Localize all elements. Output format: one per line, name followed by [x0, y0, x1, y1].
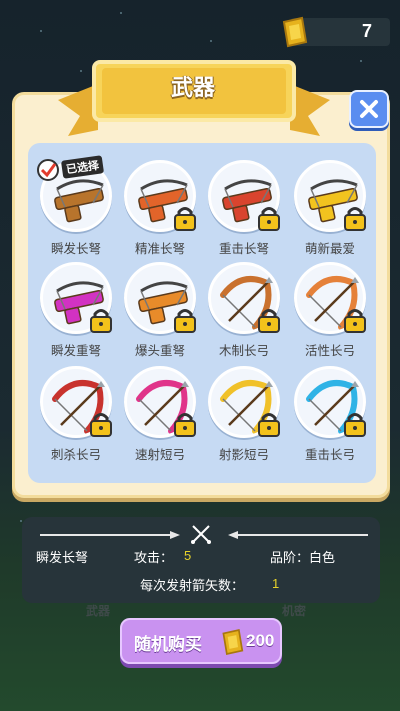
weapon-label: 重击长弩 [218, 241, 269, 256]
weapon-slot[interactable]: 活性长弓 [288, 262, 372, 362]
weapon-label: 速射短弓 [134, 447, 185, 462]
background-tab-secret: 机密 [282, 604, 307, 618]
buy-price: 200 [246, 631, 275, 650]
lock-icon [258, 309, 280, 333]
weapon-label: 重击长弓 [304, 447, 355, 462]
arrows-label: 每次发射箭矢数： [140, 579, 245, 594]
weapon-slot[interactable]: 刺杀长弓 [34, 366, 118, 466]
weapon-label: 爆头重弩 [134, 343, 185, 358]
weapon-slot[interactable]: 瞬发重弩 [34, 262, 118, 362]
weapon-label: 瞬发重弩 [50, 343, 101, 358]
lock-icon [174, 413, 196, 437]
lock-icon [344, 207, 366, 231]
random-buy-button[interactable]: 随机购买 200 [120, 618, 282, 664]
weapon-slot[interactable]: 萌新最爱 [288, 160, 372, 260]
coin-icon [222, 628, 244, 656]
weapon-slot[interactable]: 重击长弩 [202, 160, 286, 260]
weapon-slot[interactable]: 重击长弓 [288, 366, 372, 466]
weapon-slot[interactable]: 速射短弓 [118, 366, 202, 466]
check-icon [37, 159, 59, 181]
panel-title: 武器 [170, 76, 215, 101]
coin-counter: 7 [282, 16, 390, 48]
weapon-label: 瞬发长弩 [50, 241, 101, 256]
grade-label: 品阶：白色 [270, 551, 336, 566]
weapon-info: 瞬发长弩 攻击： 5 品阶：白色 每次发射箭矢数： 1 [22, 517, 380, 603]
coin-icon [282, 16, 308, 48]
coin-count: 7 [361, 21, 372, 41]
weapon-slot[interactable]: 射影短弓 [202, 366, 286, 466]
weapon-slot[interactable]: 木制长弓 [202, 262, 286, 362]
buy-label: 随机购买 [134, 635, 202, 655]
weapon-slot[interactable]: 精准长弩 [118, 160, 202, 260]
weapon-label: 精准长弩 [134, 241, 185, 256]
crossed-swords-icon [191, 525, 211, 544]
weapon-label: 刺杀长弓 [50, 447, 101, 462]
lock-icon [344, 413, 366, 437]
weapon-name: 瞬发长弩 [36, 551, 89, 566]
weapon-slot[interactable]: 爆头重弩 [118, 262, 202, 362]
lock-icon [90, 309, 112, 333]
attack-value: 5 [184, 548, 192, 563]
lock-icon [258, 207, 280, 231]
lock-icon [344, 309, 366, 333]
weapon-label: 活性长弓 [304, 343, 355, 358]
lock-icon [174, 207, 196, 231]
divider-right [228, 531, 368, 539]
weapon-label: 萌新最爱 [304, 241, 355, 256]
close-icon [360, 100, 378, 118]
lock-icon [174, 309, 196, 333]
lock-icon [258, 413, 280, 437]
attack-label: 攻击： [134, 551, 174, 566]
close-button[interactable] [349, 90, 389, 128]
divider-left [40, 531, 180, 539]
weapon-label: 木制长弓 [218, 343, 269, 358]
lock-icon [90, 413, 112, 437]
arrows-value: 1 [272, 576, 280, 591]
background-tab-weapon: 武器 [86, 604, 111, 618]
weapon-label: 射影短弓 [218, 447, 269, 462]
weapon-slot[interactable]: 已选择 瞬发长弩 [34, 155, 118, 260]
